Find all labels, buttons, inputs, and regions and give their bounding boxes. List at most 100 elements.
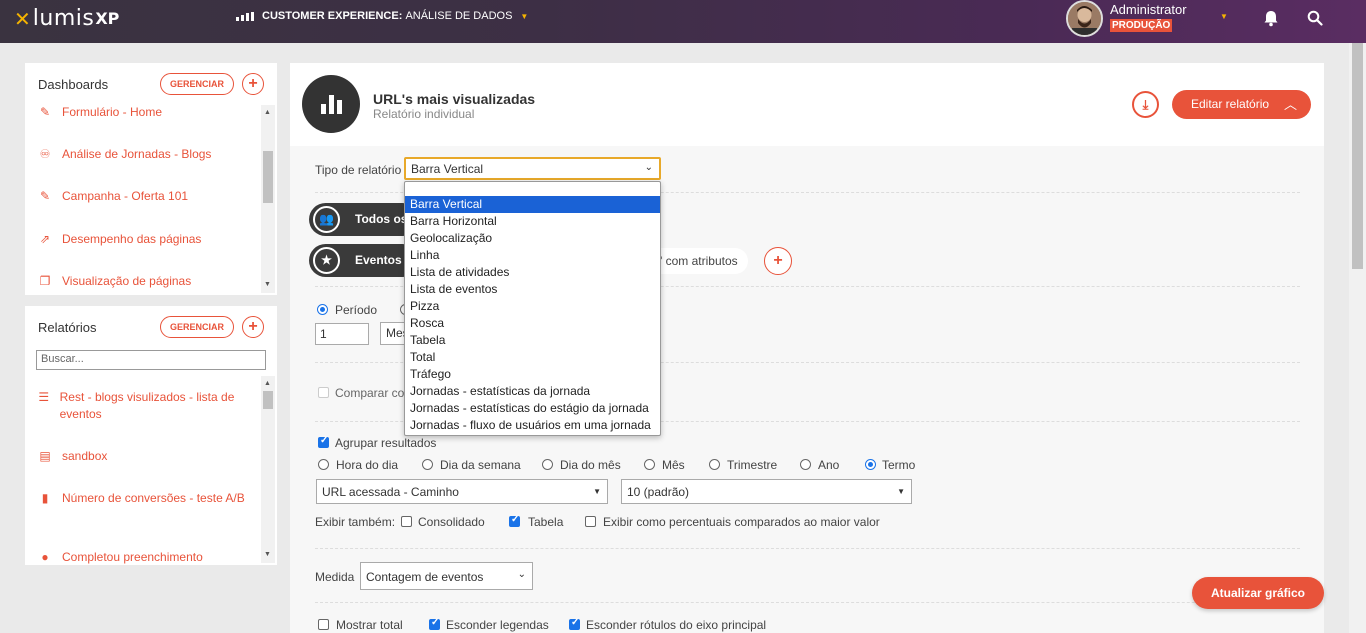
dashboard-item[interactable]: ❐ Visualização de páginas xyxy=(37,273,192,290)
reports-scrollbar[interactable]: ▲ ▼ xyxy=(261,376,275,563)
group-option-radio[interactable] xyxy=(542,459,553,470)
context-value: ANÁLISE DE DADOS xyxy=(405,10,513,22)
chevron-down-icon: ⌄ xyxy=(644,162,653,173)
edit-icon: ✎ xyxy=(39,189,51,203)
compare-checkbox[interactable] xyxy=(318,387,329,398)
period-quantity-input[interactable]: 1 xyxy=(315,323,369,345)
scroll-thumb[interactable] xyxy=(263,391,273,409)
group-option-radio[interactable] xyxy=(318,459,329,470)
dropdown-option[interactable]: Jornadas - estatísticas do estágio da jo… xyxy=(405,400,660,417)
dashboard-item[interactable]: ✎ Formulário - Home xyxy=(37,104,162,121)
group-option-label: Hora do dia xyxy=(336,458,399,472)
dropdown-option[interactable]: Barra Horizontal xyxy=(405,213,660,230)
report-subtitle: Relatório individual xyxy=(373,107,475,121)
show-total-checkbox[interactable] xyxy=(318,619,329,630)
hide-axis-labels-checkbox[interactable] xyxy=(569,617,580,630)
percentages-checkbox[interactable] xyxy=(585,516,596,527)
events-attributes-chip[interactable]: " com atributos xyxy=(648,248,748,274)
dropdown-option[interactable]: Geolocalização xyxy=(405,230,660,247)
update-chart-button[interactable]: Atualizar gráfico xyxy=(1192,577,1324,609)
hide-legends-checkbox[interactable] xyxy=(429,617,440,630)
group-field-select[interactable]: URL acessada - Caminho ▼ xyxy=(316,479,608,504)
manage-dashboards-button[interactable]: GERENCIAR xyxy=(160,73,235,95)
group-results-checkbox[interactable] xyxy=(318,435,329,448)
report-item-label: Completou preenchimento xyxy=(62,550,203,564)
report-item[interactable]: ▮ Número de conversões - teste A/B xyxy=(37,490,247,507)
chevron-down-icon: ▼ xyxy=(520,11,529,21)
events-filter-label: Eventos xyxy=(355,253,402,267)
page-scroll-thumb[interactable] xyxy=(1352,43,1363,269)
download-button[interactable]: ⤓ xyxy=(1132,91,1159,118)
scroll-down-icon[interactable]: ▼ xyxy=(264,281,271,288)
add-report-button[interactable]: + xyxy=(242,316,264,338)
measure-select[interactable]: Contagem de eventos ⌄ xyxy=(360,562,533,590)
manage-reports-button[interactable]: GERENCIAR xyxy=(160,316,235,338)
hide-legends-label: Esconder legendas xyxy=(446,618,549,632)
dashboard-item[interactable]: ⇗ Desempenho das páginas xyxy=(37,231,201,248)
bell-icon[interactable] xyxy=(1263,10,1279,30)
lumisxp-logo[interactable]: ✕ lumis XP xyxy=(14,6,119,31)
user-menu[interactable]: Administrator PRODUÇÃO xyxy=(1110,2,1187,32)
group-option-radio[interactable] xyxy=(644,459,655,470)
reports-search-input[interactable]: Buscar... xyxy=(36,350,266,370)
dropdown-option-selected[interactable]: Barra Vertical xyxy=(405,196,660,213)
group-option-radio-selected[interactable] xyxy=(865,459,876,470)
table-label: Tabela xyxy=(528,515,564,529)
group-option-radio[interactable] xyxy=(709,459,720,470)
dashboards-panel: Dashboards GERENCIAR + ✎ Formulário - Ho… xyxy=(25,63,277,295)
scroll-down-icon[interactable]: ▼ xyxy=(264,551,271,558)
dashboard-item-label: Desempenho das páginas xyxy=(62,232,202,246)
dropdown-option[interactable]: Tabela xyxy=(405,332,660,349)
edit-report-button[interactable]: Editar relatório ︿ xyxy=(1172,90,1311,119)
context-selector[interactable]: CUSTOMER EXPERIENCE: ANÁLISE DE DADOS ▼ xyxy=(236,10,528,22)
divider xyxy=(315,602,1300,603)
user-name: Administrator xyxy=(1110,2,1187,17)
report-item[interactable]: ▤ sandbox xyxy=(37,448,107,465)
scroll-thumb[interactable] xyxy=(263,151,273,203)
dropdown-option[interactable]: Lista de eventos xyxy=(405,281,660,298)
report-item[interactable]: ☰ Rest - blogs visulizados - lista de ev… xyxy=(37,389,247,423)
compare-label: Comparar co xyxy=(335,386,405,400)
reports-title: Relatórios xyxy=(38,320,97,335)
period-radio[interactable] xyxy=(317,304,328,315)
signal-bars-icon xyxy=(236,11,254,21)
hide-axis-labels-label: Esconder rótulos do eixo principal xyxy=(586,618,767,632)
logo-x-icon: ✕ xyxy=(14,6,31,31)
page-scrollbar[interactable] xyxy=(1349,43,1366,633)
dashboard-item[interactable]: ✎ Campanha - Oferta 101 xyxy=(37,188,188,205)
journey-icon: ♾ xyxy=(39,147,51,161)
dashboards-scrollbar[interactable]: ▲ ▼ xyxy=(261,105,275,293)
dashboard-item[interactable]: ♾ Análise de Jornadas - Blogs xyxy=(37,146,212,163)
dropdown-option[interactable]: Jornadas - estatísticas da jornada xyxy=(405,383,660,400)
group-option-label: Mês xyxy=(662,458,685,472)
users-filter-pill[interactable]: 👥 Todos os xyxy=(309,203,419,236)
dropdown-option[interactable]: Lista de atividades xyxy=(405,264,660,281)
scroll-up-icon[interactable]: ▲ xyxy=(264,109,271,116)
dropdown-option[interactable]: Pizza xyxy=(405,298,660,315)
dashboards-title: Dashboards xyxy=(38,77,109,92)
add-event-filter-button[interactable]: + xyxy=(764,247,792,275)
group-option-radio[interactable] xyxy=(800,459,811,470)
dropdown-option[interactable]: Rosca xyxy=(405,315,660,332)
layout-icon: ▤ xyxy=(39,449,51,463)
dropdown-option[interactable]: Jornadas - fluxo de usuários em uma jorn… xyxy=(405,417,660,434)
user-chevron-down-icon[interactable]: ▼ xyxy=(1220,12,1228,21)
table-checkbox[interactable] xyxy=(509,514,520,527)
divider xyxy=(315,548,1300,549)
group-option-radio[interactable] xyxy=(422,459,433,470)
group-option-label: Ano xyxy=(818,458,840,472)
user-avatar[interactable] xyxy=(1066,0,1103,37)
search-icon[interactable] xyxy=(1307,10,1323,29)
dropdown-option[interactable]: Tráfego xyxy=(405,366,660,383)
events-filter-pill[interactable]: ★ Eventos xyxy=(309,244,419,277)
report-type-select[interactable]: Barra Vertical ⌄ xyxy=(404,157,661,180)
consolidated-checkbox[interactable] xyxy=(401,516,412,527)
report-type-dropdown-list[interactable]: Barra Vertical Barra Horizontal Geolocal… xyxy=(404,181,661,436)
report-item[interactable]: ● Completou preenchimento xyxy=(37,549,203,566)
scroll-up-icon[interactable]: ▲ xyxy=(264,380,271,387)
period-label: Período xyxy=(335,303,378,317)
dropdown-option[interactable]: Linha xyxy=(405,247,660,264)
dropdown-option[interactable]: Total xyxy=(405,349,660,366)
add-dashboard-button[interactable]: + xyxy=(242,73,264,95)
limit-select[interactable]: 10 (padrão) ▼ xyxy=(621,479,912,504)
